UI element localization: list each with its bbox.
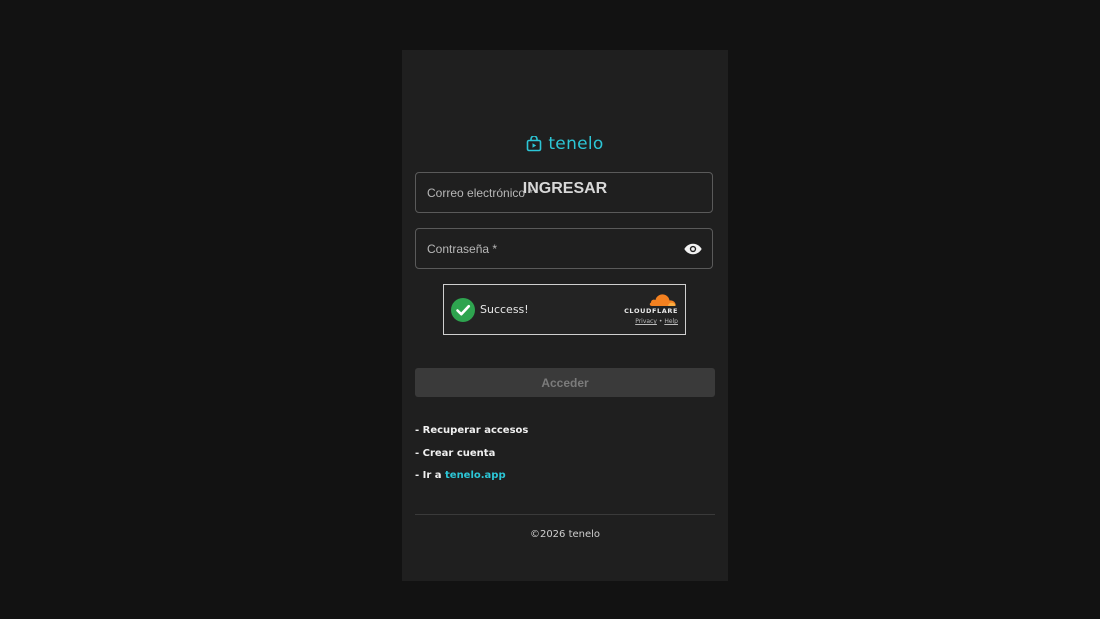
captcha-privacy-link[interactable]: Privacy [635,318,657,325]
goto-app-prefix: - Ir a [415,470,445,481]
email-input[interactable] [416,173,712,212]
submit-button[interactable]: Acceder [415,368,715,397]
password-input[interactable] [416,229,712,268]
auth-links: - Recuperar accesos - Crear cuenta - Ir … [415,424,528,492]
eye-icon[interactable] [684,242,702,256]
brand-logo: tenelo [402,134,728,154]
footer-divider [415,514,715,515]
check-circle-icon [451,298,475,322]
captcha-widget[interactable]: Success! CLOUDFLARE Privacy • Help [443,284,686,335]
cloudflare-cloud-icon [649,294,676,306]
login-card: tenelo INGRESAR Success! CLOUDFLARE Priv… [402,50,728,581]
captcha-status: Success! [480,303,529,316]
goto-app-row: - Ir a tenelo.app [415,469,528,492]
password-field[interactable] [415,228,713,269]
create-account-link[interactable]: - Crear cuenta [415,447,528,470]
email-field[interactable] [415,172,713,213]
goto-app-link[interactable]: tenelo.app [445,470,506,481]
shopping-bag-play-icon [527,136,542,152]
captcha-help-link[interactable]: Help [664,318,678,325]
brand-name: tenelo [548,134,604,154]
captcha-links: Privacy • Help [635,318,678,325]
footer-copyright: ©2026 tenelo [529,529,601,540]
recover-access-link[interactable]: - Recuperar accesos [415,424,528,447]
captcha-separator: • [658,318,663,325]
cloudflare-wordmark: CLOUDFLARE [624,307,678,315]
